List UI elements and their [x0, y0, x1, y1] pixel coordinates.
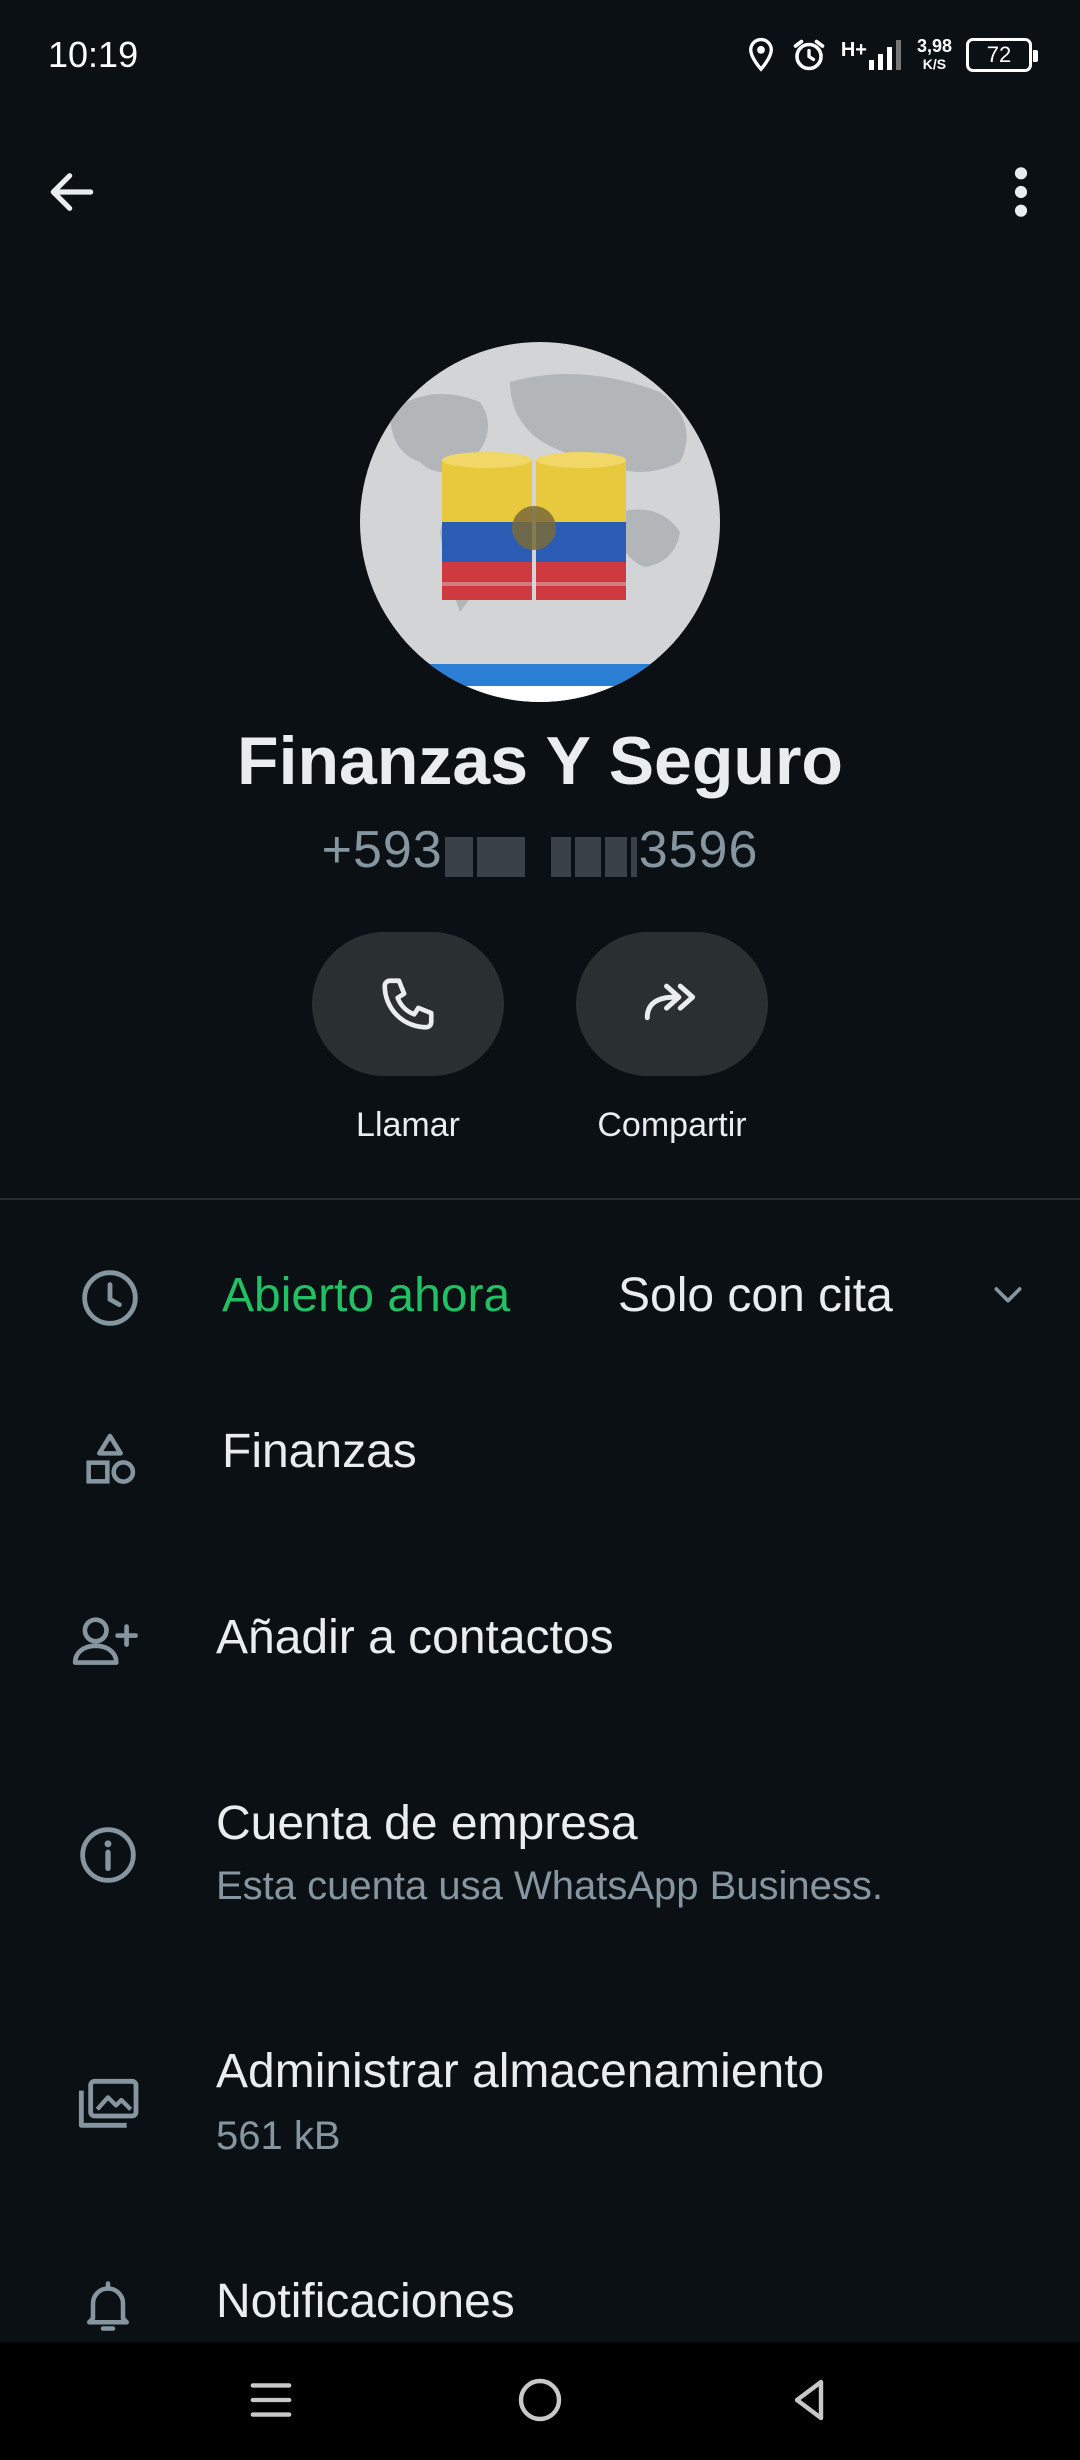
add-person-icon: [66, 1602, 146, 1682]
call-label: Llamar: [356, 1106, 460, 1144]
clock-icon: [70, 1258, 150, 1338]
manage-storage-title: Administrar almacenamiento: [216, 2045, 825, 2098]
status-icons: H+ 3,98 K/S 72: [745, 30, 1038, 80]
business-account-row[interactable]: Cuenta de empresa Esta cuenta usa WhatsA…: [0, 1780, 1080, 1930]
system-back-button[interactable]: [764, 2360, 854, 2440]
home-icon: [518, 2378, 562, 2422]
info-icon: [68, 1815, 148, 1895]
recent-apps-icon: [250, 2383, 292, 2417]
add-contact-label: Añadir a contactos: [216, 1611, 614, 1664]
hours-status: Abierto ahora: [222, 1269, 511, 1322]
network-speed-value: 3,98: [916, 36, 952, 56]
category-row: Finanzas: [0, 1410, 1080, 1510]
manage-storage-row[interactable]: Administrar almacenamiento 561 kB: [0, 2030, 1080, 2180]
business-hours-row[interactable]: [0, 1248, 1080, 1348]
share-button[interactable]: [576, 932, 768, 1076]
hours-note: Solo con cita: [618, 1269, 893, 1322]
phone-suffix: 3596: [638, 821, 759, 879]
call-button[interactable]: [312, 932, 504, 1076]
category-shapes-icon: [70, 1420, 150, 1500]
category-label: Finanzas: [222, 1425, 417, 1478]
notifications-row[interactable]: Notificaciones: [0, 2262, 1080, 2342]
battery-indicator: 72: [966, 38, 1038, 72]
share-label: Compartir: [597, 1106, 747, 1144]
business-avatar: [360, 342, 720, 702]
profile-avatar[interactable]: [360, 342, 720, 702]
media-folder-icon: [68, 2064, 148, 2144]
more-options-button[interactable]: [976, 147, 1066, 237]
back-triangle-icon: [794, 2379, 824, 2421]
battery-level: 72: [986, 42, 1012, 67]
add-contact-row[interactable]: Añadir a contactos: [0, 1590, 1080, 1690]
back-button[interactable]: [27, 147, 117, 237]
chevron-down-icon: [994, 1287, 1022, 1303]
profile-phone: +593 3596: [0, 820, 1080, 883]
phone-prefix: +593: [321, 821, 443, 879]
system-nav-bar: [0, 2342, 1080, 2460]
location-icon: [748, 37, 773, 72]
share-action[interactable]: Compartir: [572, 932, 772, 1145]
bell-icon: [68, 2266, 148, 2342]
manage-storage-subtitle: 561 kB: [216, 2114, 341, 2158]
phone-redaction: [443, 823, 639, 883]
signal-icon: H+: [841, 40, 903, 70]
share-forward-icon: [644, 983, 696, 1021]
network-type: H+: [840, 39, 867, 61]
phone-icon: [382, 978, 434, 1030]
more-vertical-icon: [1014, 167, 1028, 217]
business-account-subtitle: Esta cuenta usa WhatsApp Business.: [216, 1864, 884, 1908]
arrow-left-icon: [50, 173, 94, 211]
hours-expand-button[interactable]: [978, 1264, 1038, 1324]
alarm-icon: [793, 39, 825, 71]
status-bar: 10:19 H+ 3,98 K/S 72: [0, 0, 1080, 110]
network-speed-unit: K/S: [922, 56, 947, 72]
profile-name: Finanzas Y Seguro: [237, 723, 843, 799]
home-button[interactable]: [495, 2360, 585, 2440]
business-account-title: Cuenta de empresa: [216, 1797, 638, 1850]
network-speed: 3,98 K/S: [917, 37, 952, 73]
section-divider: [0, 1198, 1080, 1200]
call-action[interactable]: Llamar: [308, 932, 508, 1145]
recent-apps-button[interactable]: [226, 2360, 316, 2440]
status-time: 10:19: [48, 34, 139, 75]
contact-info-screen: 10:19 H+ 3,98 K/S 72 Finanzas Y Seguro +…: [0, 0, 1080, 2460]
notifications-label: Notificaciones: [216, 2275, 515, 2328]
